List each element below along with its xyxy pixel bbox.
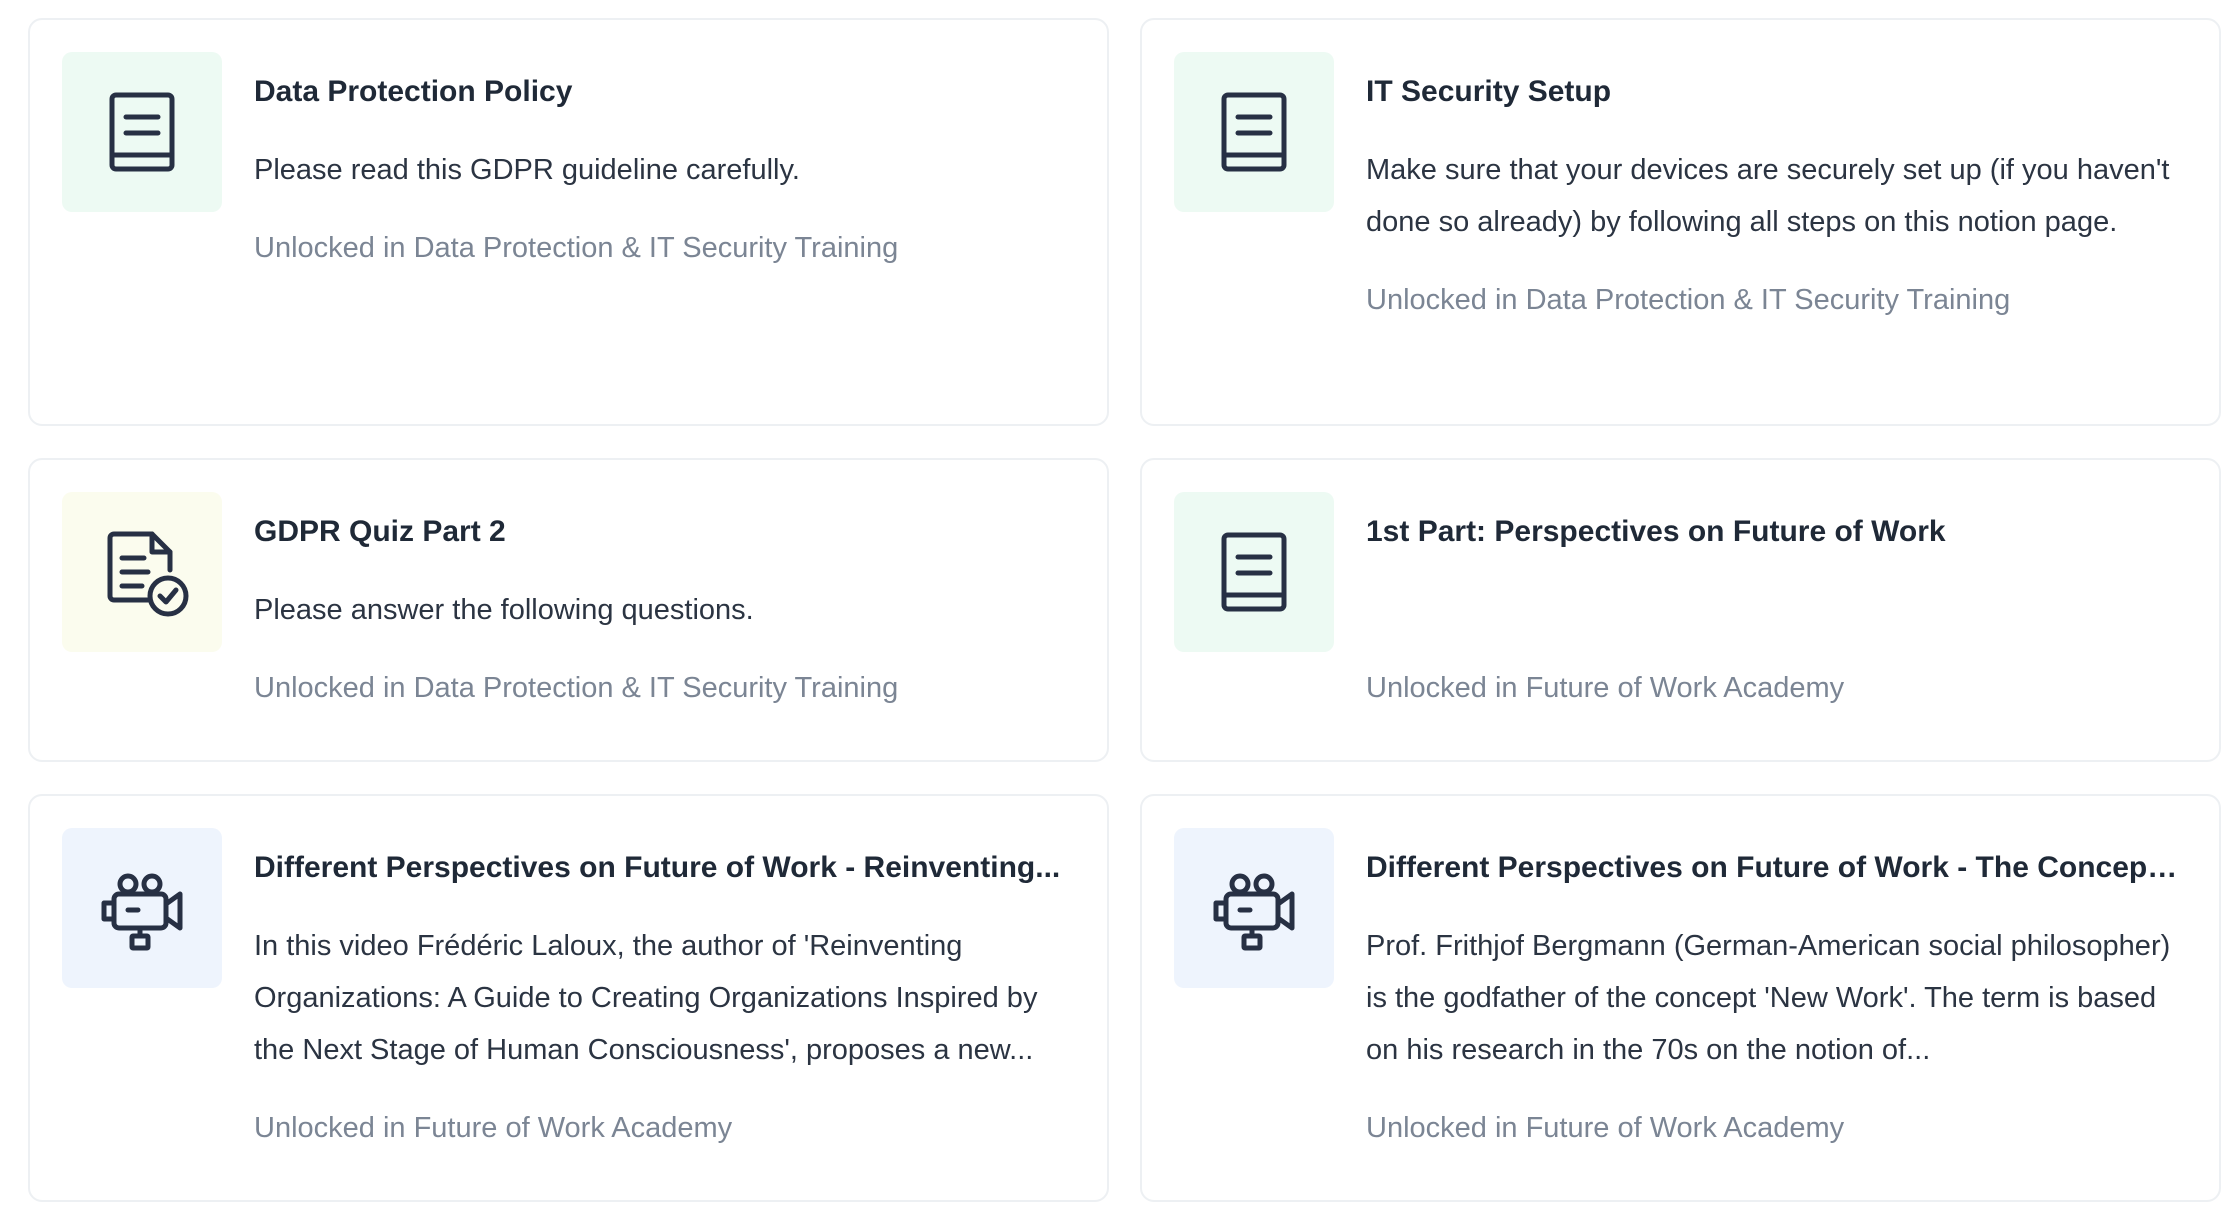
card-description: In this video Frédéric Laloux, the autho… xyxy=(254,930,1038,1066)
video-camera-icon xyxy=(101,873,183,951)
content-card-future-of-work-part-1[interactable]: 1st Part: Perspectives on Future of Work… xyxy=(1140,458,2221,762)
content-card-concept-of-new-work[interactable]: Different Perspectives on Future of Work… xyxy=(1140,794,2221,1202)
book-icon xyxy=(1221,532,1287,612)
card-unlock-label: Unlocked in Data Protection & IT Securit… xyxy=(254,672,899,704)
card-title: Different Perspectives on Future of Work… xyxy=(1366,851,2179,884)
card-icon-box xyxy=(62,828,222,988)
content-card-reinventing-organizations[interactable]: Different Perspectives on Future of Work… xyxy=(28,794,1109,1202)
card-icon-box xyxy=(1174,52,1334,212)
card-unlock-label: Unlocked in Data Protection & IT Securit… xyxy=(254,232,899,264)
card-icon-box xyxy=(1174,492,1334,652)
card-icon-box xyxy=(62,52,222,212)
card-description: Prof. Frithjof Bergmann (German-American… xyxy=(1366,930,2171,1066)
card-title: IT Security Setup xyxy=(1366,75,1612,108)
card-title: Different Perspectives on Future of Work… xyxy=(254,851,1061,884)
content-card-data-protection-policy[interactable]: Data Protection Policy Please read this … xyxy=(28,18,1109,426)
card-title: Data Protection Policy xyxy=(254,75,573,108)
card-description: Please read this GDPR guideline carefull… xyxy=(254,154,800,186)
book-icon xyxy=(109,92,175,172)
card-description: Please answer the following questions. xyxy=(254,594,754,626)
card-description: Make sure that your devices are securely… xyxy=(1366,154,2170,238)
card-icon-box xyxy=(1174,828,1334,988)
card-unlock-label: Unlocked in Future of Work Academy xyxy=(1366,672,1845,704)
card-icon-box xyxy=(62,492,222,652)
content-card-gdpr-quiz-part-2[interactable]: GDPR Quiz Part 2 Please answer the follo… xyxy=(28,458,1109,762)
card-description xyxy=(1366,584,2179,636)
card-unlock-label: Unlocked in Future of Work Academy xyxy=(1366,1112,1845,1144)
card-unlock-label: Unlocked in Data Protection & IT Securit… xyxy=(1366,284,2011,316)
book-icon xyxy=(1221,92,1287,172)
card-title: GDPR Quiz Part 2 xyxy=(254,515,506,548)
video-camera-icon xyxy=(1213,873,1295,951)
content-card-it-security-setup[interactable]: IT Security Setup Make sure that your de… xyxy=(1140,18,2221,426)
card-unlock-label: Unlocked in Future of Work Academy xyxy=(254,1112,733,1144)
quiz-document-check-icon xyxy=(107,531,189,617)
card-title: 1st Part: Perspectives on Future of Work xyxy=(1366,515,1946,548)
